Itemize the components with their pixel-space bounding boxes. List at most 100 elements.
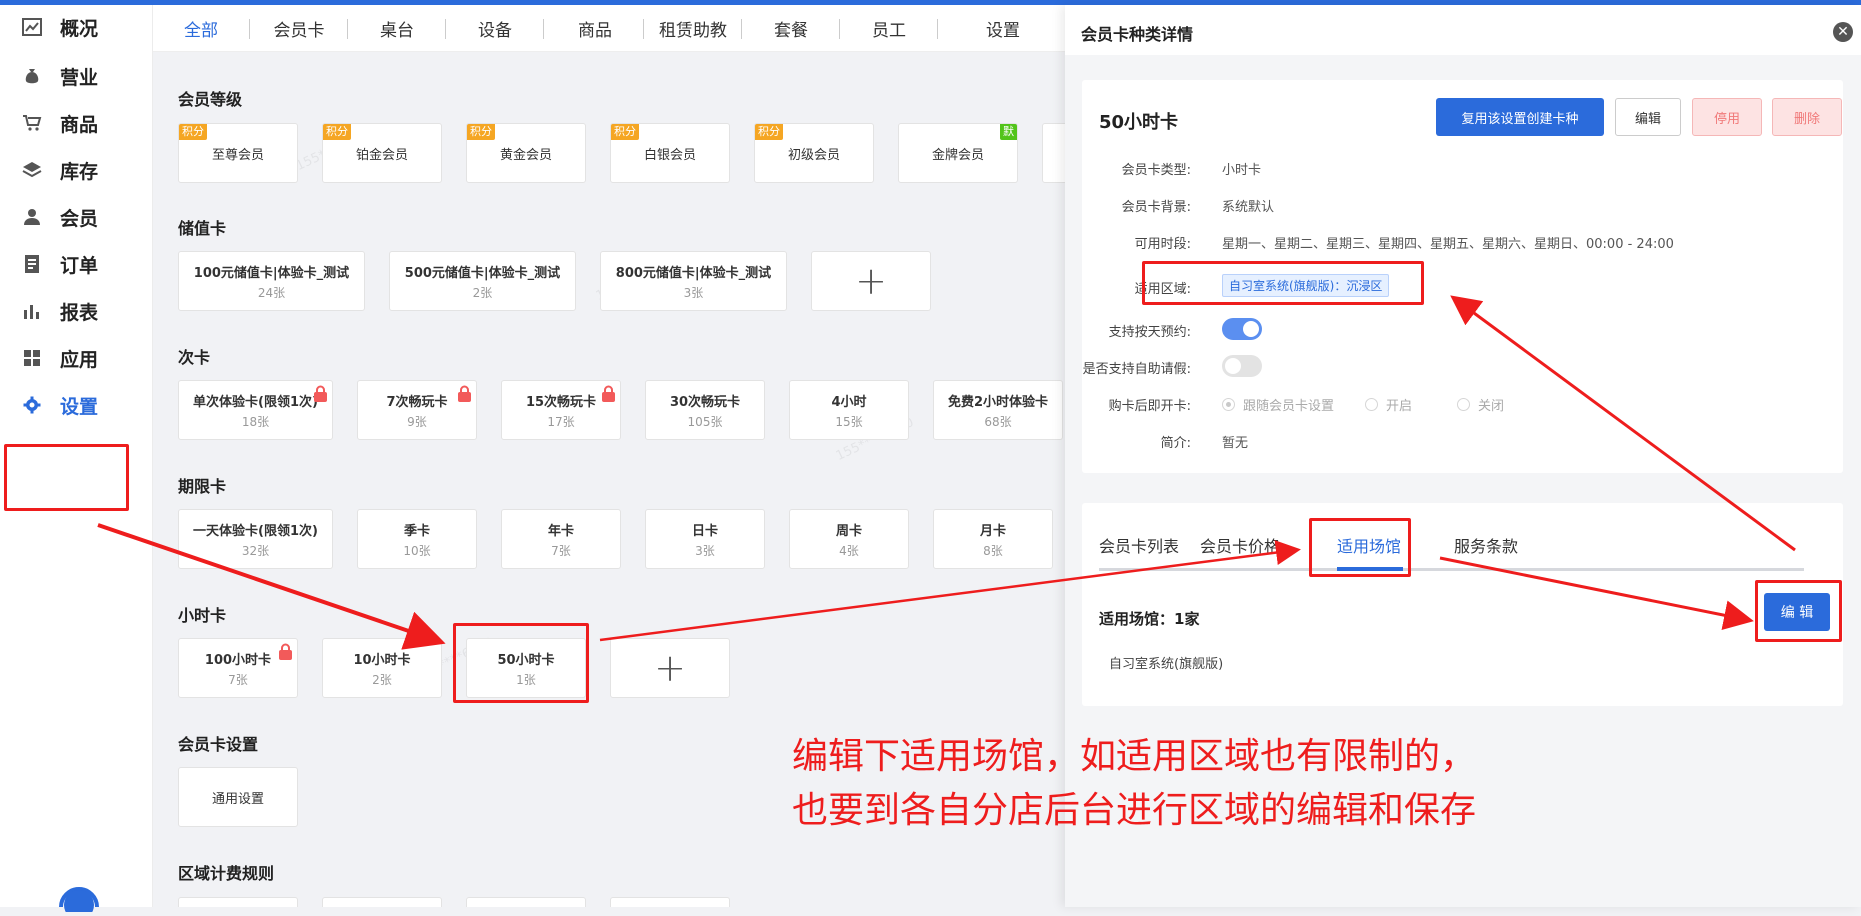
zone-card[interactable] xyxy=(466,897,586,907)
order-icon xyxy=(22,254,42,274)
annotation-text: 编辑下适用场馆，如适用区域也有限制的， 也要到各自分店后台进行区域的编辑和保存 xyxy=(792,730,1476,838)
tab-member-card[interactable]: 会员卡 xyxy=(251,5,347,52)
points-badge: 积分 xyxy=(467,124,495,140)
times-card[interactable]: 7次畅玩卡 9张 xyxy=(357,380,477,440)
sidebar-item-overview[interactable]: 概况 xyxy=(0,5,153,49)
level-card[interactable]: 积分 至尊会员 xyxy=(178,123,298,183)
section-title-period: 期限卡 xyxy=(178,477,227,496)
leave-toggle[interactable] xyxy=(1222,355,1262,377)
hourly-card[interactable]: 100小时卡 7张 xyxy=(178,638,298,698)
card-count: 2张 xyxy=(372,672,392,687)
card-name: 通用设置 xyxy=(211,791,264,807)
tab-divider xyxy=(643,19,644,39)
tab-card-price[interactable]: 会员卡价格 xyxy=(1200,533,1280,557)
level-card[interactable]: 积分 黄金会员 xyxy=(466,123,586,183)
add-stored-card-button[interactable]: + xyxy=(811,251,931,311)
panel-header: 会员卡种类详情 ✕ xyxy=(1065,5,1861,55)
points-badge: 积分 xyxy=(755,124,783,140)
money-bag-icon xyxy=(22,66,42,86)
delete-button[interactable]: 删除 xyxy=(1772,98,1842,136)
zone-card[interactable] xyxy=(178,897,298,907)
tab-package[interactable]: 套餐 xyxy=(743,5,839,52)
times-card[interactable]: 免费2小时体验卡 68张 xyxy=(933,380,1063,440)
sidebar-item-settings[interactable]: 设置 xyxy=(0,383,153,427)
period-card[interactable]: 日卡 3张 xyxy=(645,509,765,569)
period-card[interactable]: 一天体验卡(限领1次) 32张 xyxy=(178,509,333,569)
intro-value: 暂无 xyxy=(1222,436,1249,451)
add-hourly-card-button[interactable]: + xyxy=(610,638,730,698)
hourly-card[interactable]: 10小时卡 2张 xyxy=(322,638,442,698)
tab-goods[interactable]: 商品 xyxy=(547,5,643,52)
radio-on[interactable]: 开启 xyxy=(1365,395,1412,414)
reserve-toggle[interactable] xyxy=(1222,318,1262,340)
field-label: 简介: xyxy=(1160,436,1191,451)
times-card[interactable]: 单次体验卡(限领1次) 18张 xyxy=(178,380,333,440)
stored-card[interactable]: 800元储值卡|体验卡_测试 3张 xyxy=(600,251,787,311)
card-count: 32张 xyxy=(241,543,270,558)
card-name: 10小时卡 xyxy=(353,652,411,668)
tab-rental[interactable]: 租赁助教 xyxy=(645,5,741,52)
stored-card[interactable]: 100元储值卡|体验卡_测试 24张 xyxy=(178,251,365,311)
zone-card[interactable] xyxy=(610,897,730,907)
sidebar-item-members[interactable]: 会员 xyxy=(0,195,153,239)
level-card[interactable]: 积分 铂金会员 xyxy=(322,123,442,183)
hourly-card-selected[interactable]: 50小时卡 1张 xyxy=(466,638,586,698)
section-title-hourly: 小时卡 xyxy=(178,606,227,625)
period-card[interactable]: 月卡 8张 xyxy=(933,509,1053,569)
radio-off[interactable]: 关闭 xyxy=(1457,395,1504,414)
period-card[interactable]: 周卡 4张 xyxy=(789,509,909,569)
tab-staff[interactable]: 员工 xyxy=(841,5,937,52)
sidebar-item-reports[interactable]: 报表 xyxy=(0,289,153,333)
card-name: 铂金会员 xyxy=(355,147,408,163)
general-settings-card[interactable]: 通用设置 xyxy=(178,767,298,827)
tab-table[interactable]: 桌台 xyxy=(349,5,445,52)
section-title-stored: 储值卡 xyxy=(178,219,227,238)
annotation-line-1: 编辑下适用场馆，如适用区域也有限制的， xyxy=(792,736,1477,777)
tab-card-list[interactable]: 会员卡列表 xyxy=(1099,533,1179,557)
tab-venues[interactable]: 适用场馆 xyxy=(1337,533,1401,557)
sidebar-item-orders[interactable]: 订单 xyxy=(0,242,153,286)
sidebar-item-products[interactable]: 商品 xyxy=(0,101,153,145)
venue-edit-button[interactable]: 编 辑 xyxy=(1764,593,1830,631)
close-icon[interactable]: ✕ xyxy=(1833,22,1853,42)
times-card[interactable]: 30次畅玩卡 105张 xyxy=(645,380,765,440)
card-count: 3张 xyxy=(683,285,704,300)
toggle-knob xyxy=(1225,358,1241,374)
tab-device[interactable]: 设备 xyxy=(447,5,543,52)
level-card[interactable]: 积分 白银会员 xyxy=(610,123,730,183)
sidebar-item-inventory[interactable]: 库存 xyxy=(0,148,153,192)
field-label: 是否支持自助请假: xyxy=(1082,362,1191,377)
times-card[interactable]: 15次畅玩卡 17张 xyxy=(501,380,621,440)
gear-icon xyxy=(22,395,42,415)
sidebar-item-apps[interactable]: 应用 xyxy=(0,336,153,380)
card-count: 7张 xyxy=(551,543,571,558)
edit-button[interactable]: 编辑 xyxy=(1615,98,1681,136)
period-card[interactable]: 年卡 7张 xyxy=(501,509,621,569)
tab-settings[interactable]: 设置 xyxy=(955,5,1051,52)
level-card[interactable] xyxy=(1042,123,1065,183)
area-tag: 自习室系统(旗舰版)：沉浸区 xyxy=(1222,274,1390,297)
tab-all[interactable]: 全部 xyxy=(153,5,249,52)
level-card[interactable]: 默金牌会员 xyxy=(898,123,1018,183)
plus-icon: + xyxy=(855,259,887,303)
card-count: 2张 xyxy=(472,285,493,300)
plus-icon: + xyxy=(654,646,686,690)
card-name: 月卡 xyxy=(979,523,1006,539)
radio-follow[interactable]: 跟随会员卡设置 xyxy=(1222,395,1334,414)
disable-button[interactable]: 停用 xyxy=(1692,98,1762,136)
zone-card[interactable] xyxy=(322,897,442,907)
card-count: 105张 xyxy=(687,414,723,429)
card-count: 15张 xyxy=(835,414,863,429)
card-bg-value: 系统默认 xyxy=(1222,200,1275,215)
lock-icon xyxy=(601,385,616,402)
copy-create-button[interactable]: 复用该设置创建卡种 xyxy=(1436,98,1604,136)
level-card[interactable]: 积分 初级会员 xyxy=(754,123,874,183)
layers-icon xyxy=(22,160,42,180)
stored-card[interactable]: 500元储值卡|体验卡_测试 2张 xyxy=(389,251,576,311)
sidebar-item-business[interactable]: 营业 xyxy=(0,54,153,98)
section-title-zone: 区域计费规则 xyxy=(178,864,275,883)
times-card[interactable]: 4小时 15张 xyxy=(789,380,909,440)
period-card[interactable]: 季卡 10张 xyxy=(357,509,477,569)
card-count: 18张 xyxy=(241,414,270,429)
tab-terms[interactable]: 服务条款 xyxy=(1454,533,1518,557)
